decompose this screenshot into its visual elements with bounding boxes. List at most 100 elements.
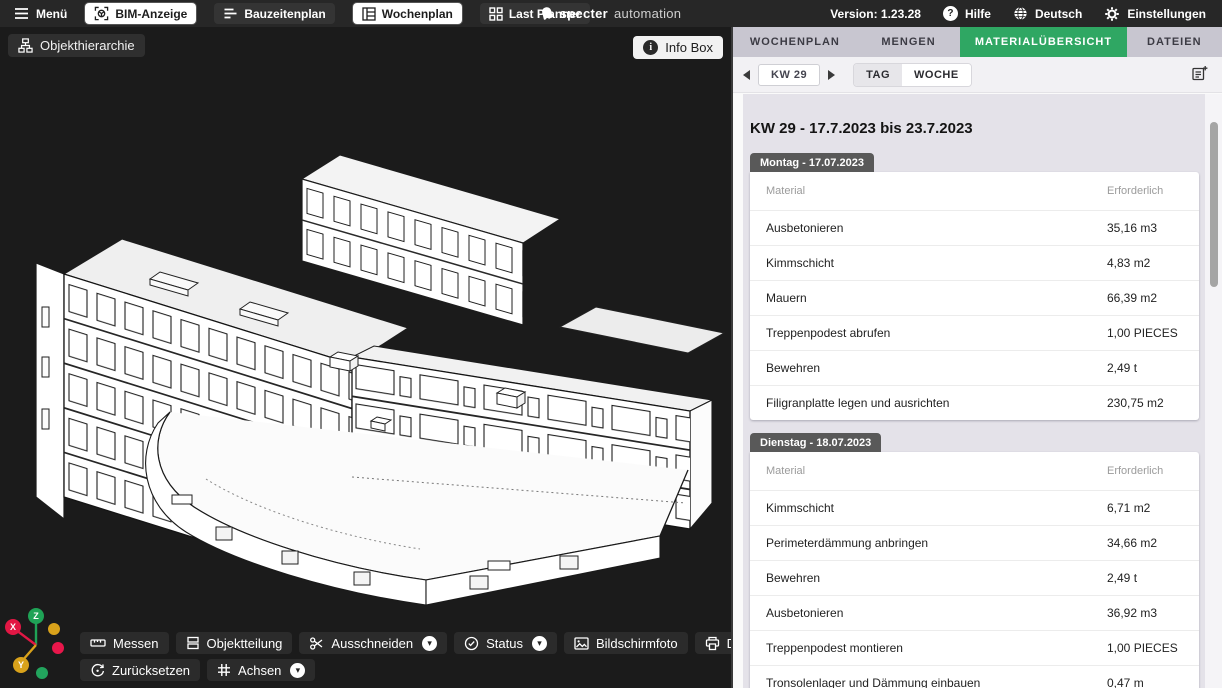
status-check-icon bbox=[464, 636, 479, 651]
day-badge: Montag - 17.07.2023 bbox=[750, 153, 874, 172]
toggle-tag-button[interactable]: TAG bbox=[854, 64, 902, 86]
status-button[interactable]: Status▾ bbox=[454, 632, 557, 654]
material-name: Kimmschicht bbox=[766, 501, 1107, 515]
table-row[interactable]: Ausbetonieren35,16 m3 bbox=[750, 210, 1199, 245]
table-row[interactable]: Bewehren2,49 t bbox=[750, 560, 1199, 595]
table-row[interactable]: Perimeterdämmung anbringen34,66 m2 bbox=[750, 525, 1199, 560]
day-week-toggle: TAG WOCHE bbox=[853, 63, 972, 87]
weekplan-table-icon bbox=[362, 7, 376, 21]
required-quantity: 0,47 m bbox=[1107, 676, 1183, 688]
gizmo-z-label: Z bbox=[33, 611, 39, 621]
app-root: Menü BIM-AnzeigeBauzeitenplanWochenplanL… bbox=[0, 0, 1222, 688]
menu-button[interactable]: Menü bbox=[14, 7, 67, 21]
table-row[interactable]: Mauern66,39 m2 bbox=[750, 280, 1199, 315]
required-quantity: 1,00 PIECES bbox=[1107, 641, 1183, 655]
table-row[interactable]: Bewehren2,49 t bbox=[750, 350, 1199, 385]
next-week-arrow[interactable] bbox=[828, 70, 835, 80]
nav-wochenplan-button[interactable]: Wochenplan bbox=[353, 3, 462, 24]
export-list-button[interactable] bbox=[1191, 65, 1208, 85]
info-icon: i bbox=[643, 40, 658, 55]
object-split-icon bbox=[186, 636, 200, 650]
material-table-card: MaterialErforderlichKimmschicht6,71 m2Pe… bbox=[750, 452, 1199, 688]
nav-label: BIM-Anzeige bbox=[115, 7, 187, 21]
language-button[interactable]: Deutsch bbox=[1013, 6, 1082, 21]
bildschirmfoto-button[interactable]: Bildschirmfoto bbox=[564, 632, 688, 654]
tab-wochenplan[interactable]: WOCHENPLAN bbox=[733, 27, 857, 57]
material-name: Tronsolenlager und Dämmung einbauen bbox=[766, 676, 1107, 688]
nav-bim-anzeige-button[interactable]: BIM-Anzeige bbox=[85, 3, 196, 24]
week-selector-button[interactable]: KW 29 bbox=[758, 64, 820, 86]
required-quantity: 36,92 m3 bbox=[1107, 606, 1183, 620]
required-quantity: 6,71 m2 bbox=[1107, 501, 1183, 515]
chevron-down-icon[interactable]: ▾ bbox=[422, 636, 437, 651]
required-column-header: Erforderlich bbox=[1107, 185, 1183, 197]
tab-dateien[interactable]: DATEIEN bbox=[1127, 27, 1222, 57]
required-quantity: 66,39 m2 bbox=[1107, 291, 1183, 305]
tab-materialübersicht[interactable]: MATERIALÜBERSICHT bbox=[960, 27, 1126, 57]
settings-button[interactable]: Einstellungen bbox=[1104, 6, 1206, 22]
tool-label: Zurücksetzen bbox=[112, 663, 190, 678]
material-name: Treppenpodest abrufen bbox=[766, 326, 1107, 340]
reset-icon bbox=[90, 663, 105, 678]
orientation-gizmo[interactable]: Z X Y bbox=[2, 603, 66, 684]
specter-ghost-icon bbox=[541, 6, 554, 21]
chevron-down-icon[interactable]: ▾ bbox=[290, 663, 305, 678]
brand-logo: specter automation bbox=[541, 6, 682, 21]
week-controls: KW 29 TAG WOCHE bbox=[733, 57, 1222, 93]
material-name: Bewehren bbox=[766, 361, 1107, 375]
material-name: Ausbetonieren bbox=[766, 606, 1107, 620]
table-header-row: MaterialErforderlich bbox=[750, 452, 1199, 490]
nav-bauzeitenplan-button[interactable]: Bauzeitenplan bbox=[214, 3, 334, 24]
brand-name-light: automation bbox=[614, 6, 681, 21]
material-column-header: Material bbox=[766, 465, 1107, 477]
table-header-row: MaterialErforderlich bbox=[750, 172, 1199, 210]
previous-week-arrow[interactable] bbox=[743, 70, 750, 80]
table-row[interactable]: Treppenpodest montieren1,00 PIECES bbox=[750, 630, 1199, 665]
table-row[interactable]: Filigranplatte legen und ausrichten230,7… bbox=[750, 385, 1199, 420]
material-name: Filigranplatte legen und ausrichten bbox=[766, 396, 1107, 410]
table-row[interactable]: Kimmschicht6,71 m2 bbox=[750, 490, 1199, 525]
nav-label: Bauzeitenplan bbox=[244, 7, 325, 21]
settings-label: Einstellungen bbox=[1127, 7, 1206, 21]
object-hierarchy-button[interactable]: Objekthierarchie bbox=[8, 34, 145, 57]
bim-view-icon bbox=[94, 6, 109, 21]
brand-name-bold: specter bbox=[560, 6, 608, 21]
help-label: Hilfe bbox=[965, 7, 991, 21]
add-to-list-icon bbox=[1191, 65, 1208, 82]
material-name: Perimeterdämmung anbringen bbox=[766, 536, 1107, 550]
tool-label: Bildschirmfoto bbox=[596, 636, 678, 651]
messen-button[interactable]: Messen bbox=[80, 632, 169, 654]
bim-3d-viewport[interactable]: Objekthierarchie i Info Box Z bbox=[0, 27, 731, 688]
info-box-button[interactable]: i Info Box bbox=[633, 36, 723, 59]
table-row[interactable]: Treppenpodest abrufen1,00 PIECES bbox=[750, 315, 1199, 350]
hamburger-menu-icon bbox=[14, 7, 29, 20]
grid-icon bbox=[489, 7, 503, 21]
achsen-button[interactable]: Achsen▾ bbox=[207, 659, 315, 681]
side-panel: WOCHENPLANMENGENMATERIALÜBERSICHTDATEIEN… bbox=[731, 27, 1222, 688]
ausschneiden-button[interactable]: Ausschneiden▾ bbox=[299, 632, 447, 654]
material-name: Mauern bbox=[766, 291, 1107, 305]
material-overview-content[interactable]: KW 29 - 17.7.2023 bis 23.7.2023 Montag -… bbox=[733, 94, 1222, 688]
table-row[interactable]: Tronsolenlager und Dämmung einbauen0,47 … bbox=[750, 665, 1199, 688]
toggle-woche-button[interactable]: WOCHE bbox=[902, 64, 971, 86]
week-heading: KW 29 - 17.7.2023 bis 23.7.2023 bbox=[750, 120, 1199, 137]
panel-scrollbar-track[interactable] bbox=[1205, 94, 1222, 688]
language-label: Deutsch bbox=[1035, 7, 1082, 21]
tool-label: Objektteilung bbox=[207, 636, 283, 651]
zurücksetzen-button[interactable]: Zurücksetzen bbox=[80, 659, 200, 681]
table-row[interactable]: Kimmschicht4,83 m2 bbox=[750, 245, 1199, 280]
required-quantity: 2,49 t bbox=[1107, 571, 1183, 585]
objektteilung-button[interactable]: Objektteilung bbox=[176, 632, 293, 654]
panel-scrollbar-thumb[interactable] bbox=[1210, 122, 1218, 287]
version-label: Version: 1.23.28 bbox=[830, 7, 921, 21]
table-row[interactable]: Ausbetonieren36,92 m3 bbox=[750, 595, 1199, 630]
help-button[interactable]: ? Hilfe bbox=[943, 6, 991, 21]
material-table-card: MaterialErforderlichAusbetonieren35,16 m… bbox=[750, 172, 1199, 420]
chevron-down-icon[interactable]: ▾ bbox=[532, 636, 547, 651]
required-column-header: Erforderlich bbox=[1107, 465, 1183, 477]
menu-label: Menü bbox=[36, 7, 67, 21]
material-name: Kimmschicht bbox=[766, 256, 1107, 270]
day-badge: Dienstag - 18.07.2023 bbox=[750, 433, 881, 452]
tab-mengen[interactable]: MENGEN bbox=[857, 27, 961, 57]
object-hierarchy-label: Objekthierarchie bbox=[40, 38, 135, 53]
